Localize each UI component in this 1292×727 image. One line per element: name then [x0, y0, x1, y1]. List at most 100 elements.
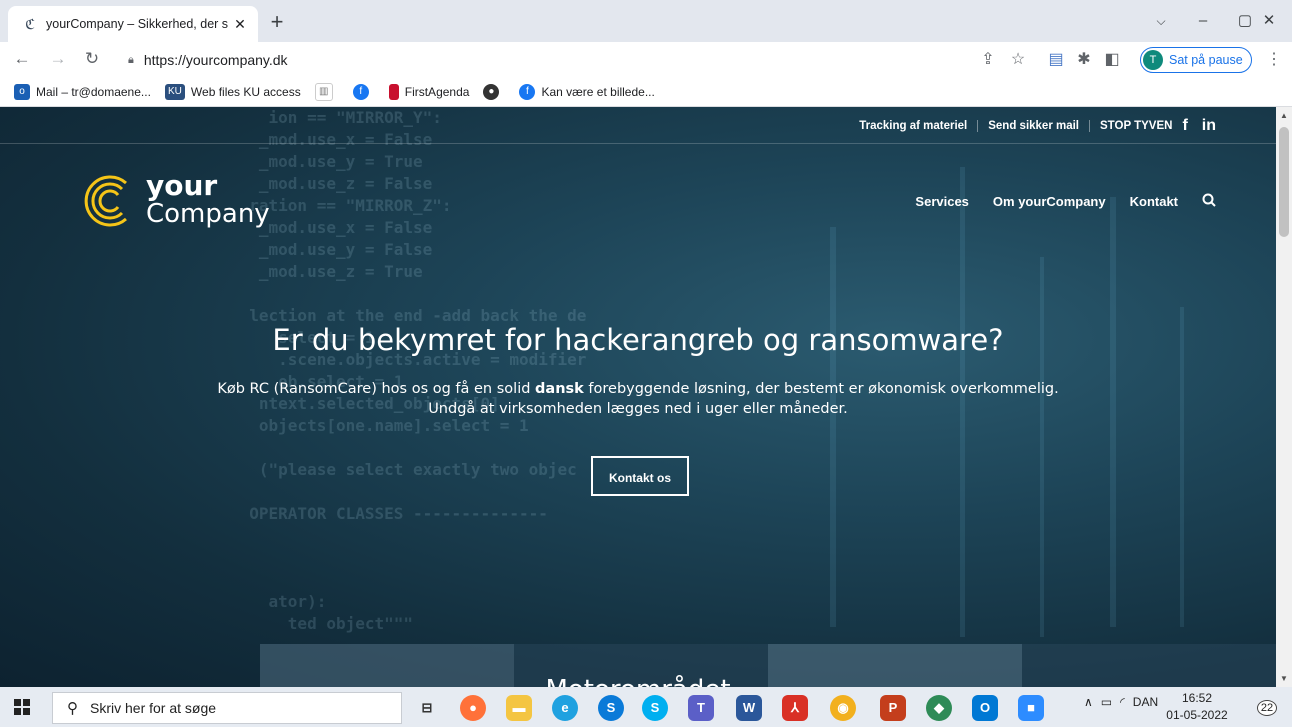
language-indicator[interactable]: DAN: [1133, 695, 1158, 709]
task-view-icon[interactable]: ⊟: [414, 695, 440, 721]
chrome-icon[interactable]: ◉: [830, 695, 856, 721]
clock[interactable]: 16:52 01-05-2022: [1166, 690, 1228, 724]
battery-icon[interactable]: ▭: [1101, 695, 1112, 709]
firefox-icon[interactable]: ●: [460, 695, 486, 721]
facebook-icon[interactable]: f: [1182, 117, 1187, 135]
link-send-mail[interactable]: Send sikker mail: [988, 120, 1079, 132]
windows-icon: [14, 699, 30, 715]
minimize-button[interactable]: –: [1180, 8, 1226, 34]
scroll-thumb[interactable]: [1279, 127, 1289, 237]
clock-date: 01-05-2022: [1166, 708, 1228, 722]
skype-business-icon[interactable]: S: [598, 695, 624, 721]
word-icon[interactable]: W: [736, 695, 762, 721]
share-icon[interactable]: ⇪: [976, 48, 1000, 72]
new-tab-button[interactable]: +: [266, 11, 288, 34]
bookmark-facebook-image[interactable]: f Kan være et billede...: [519, 84, 655, 100]
bookmarks-bar: o Mail – tr@domaene... KU Web files KU a…: [0, 78, 1292, 107]
hero-text-part: Køb RC (RansomCare) hos os og få en soli…: [217, 381, 536, 397]
hero-title: Er du bekymret for hackerangreb og ranso…: [272, 323, 1004, 357]
hero-text-part: forebyggende løsning, der bestemt er øko…: [583, 381, 1059, 397]
bookmark-label: FirstAgenda: [404, 85, 470, 99]
library-icon: ▥: [314, 83, 333, 101]
notification-center-icon[interactable]: 22: [1254, 695, 1280, 721]
company-logo[interactable]: your Company: [78, 169, 298, 233]
outlook-icon[interactable]: O: [972, 695, 998, 721]
avatar: T: [1143, 50, 1163, 70]
teams-icon[interactable]: T: [688, 695, 714, 721]
bookmark-label: Kan være et billede...: [541, 85, 655, 99]
main-nav: Services Om yourCompany Kontakt: [891, 193, 1216, 210]
bookmark-star-icon[interactable]: ☆: [1006, 48, 1030, 72]
nav-kontakt[interactable]: Kontakt: [1130, 194, 1178, 209]
system-tray: ∧ ▭ ◜ DAN: [1084, 695, 1158, 709]
hero-text: Køb RC (RansomCare) hos os og få en soli…: [0, 379, 1276, 419]
bookmark-mail[interactable]: o Mail – tr@domaene...: [14, 84, 151, 100]
background-graph-bar: [830, 227, 836, 627]
address-bar[interactable]: 🔒︎ https://yourcompany.dk: [112, 47, 1112, 73]
kontakt-os-button[interactable]: Kontakt os: [591, 456, 689, 496]
ku-icon: KU: [164, 84, 185, 100]
bookmark-ku[interactable]: KU Web files KU access: [164, 84, 301, 100]
powerpoint-icon[interactable]: P: [880, 695, 906, 721]
lock-icon: 🔒︎: [128, 53, 134, 66]
section-title: Motorområdet: [0, 675, 1276, 687]
bookmark-label: Mail – tr@domaene...: [36, 85, 151, 99]
zoom-icon[interactable]: ■: [1018, 695, 1044, 721]
logo-text-company: Company: [146, 199, 270, 229]
firstagenda-icon: [388, 84, 399, 100]
top-utility-nav: Tracking af materiel Send sikker mail ST…: [859, 117, 1216, 135]
search-icon: ⚲: [67, 700, 78, 717]
bookmark-github[interactable]: ●: [483, 84, 505, 100]
search-icon[interactable]: [1202, 193, 1216, 210]
menu-kebab-icon[interactable]: ⋮: [1262, 48, 1286, 72]
facebook-icon: f: [352, 84, 369, 100]
browser-tab[interactable]: ℭ yourCompany – Sikkerhed, der s ✕: [8, 6, 258, 42]
nav-services[interactable]: Services: [915, 194, 969, 209]
side-panel-icon[interactable]: ◧: [1100, 48, 1124, 72]
start-button[interactable]: [0, 687, 48, 727]
scroll-down-icon[interactable]: ▼: [1276, 674, 1292, 683]
url-text: https://yourcompany.dk: [143, 52, 288, 68]
tab-close-icon[interactable]: ✕: [230, 16, 250, 33]
notification-count: 22: [1256, 700, 1278, 716]
facebook-icon: f: [519, 84, 536, 100]
extension-doc-icon[interactable]: ▤: [1044, 48, 1068, 72]
reload-icon[interactable]: ↻: [80, 47, 104, 71]
divider: [1089, 120, 1091, 132]
hero-text-line2: Undgå at virksomheden lægges ned i uger …: [428, 401, 848, 417]
hero-text-bold: dansk: [535, 381, 584, 397]
link-tracking[interactable]: Tracking af materiel: [859, 120, 967, 132]
bookmark-label: Web files KU access: [190, 85, 301, 99]
background-graph-bar: [1040, 257, 1044, 637]
logo-text-your: your: [146, 169, 218, 202]
skype-icon[interactable]: S: [642, 695, 668, 721]
link-stop-tyven[interactable]: STOP TYVEN: [1100, 120, 1172, 132]
app-icon[interactable]: ◆: [926, 695, 952, 721]
divider: [0, 143, 1276, 144]
tab-search-chevron-icon[interactable]: ⌵: [1138, 8, 1184, 34]
clock-time: 16:52: [1181, 691, 1213, 705]
chevron-up-icon[interactable]: ∧: [1084, 695, 1093, 709]
wifi-icon[interactable]: ◜: [1120, 695, 1125, 709]
web-page: ion == "MIRROR_Y": _mod.use_x = False _m…: [0, 107, 1276, 687]
bookmark-library[interactable]: ▥: [314, 83, 339, 101]
edge-icon[interactable]: e: [552, 695, 578, 721]
nav-om-yourcompany[interactable]: Om yourCompany: [993, 194, 1106, 209]
acrobat-icon[interactable]: ⅄: [782, 695, 808, 721]
profile-status: Sat på pause: [1169, 53, 1243, 67]
scroll-up-icon[interactable]: ▲: [1276, 111, 1292, 120]
file-explorer-icon[interactable]: ▬: [506, 695, 532, 721]
outlook-icon: o: [14, 84, 30, 100]
logo-mark-icon: [84, 175, 127, 227]
close-window-button[interactable]: ✕: [1246, 8, 1292, 34]
extensions-puzzle-icon[interactable]: ✱: [1072, 48, 1096, 72]
back-arrow-icon[interactable]: ←: [10, 47, 34, 71]
profile-button[interactable]: T Sat på pause: [1140, 47, 1252, 73]
forward-arrow-icon[interactable]: →: [46, 47, 70, 71]
bookmark-facebook[interactable]: f: [352, 84, 375, 100]
linkedin-icon[interactable]: in: [1202, 117, 1216, 135]
bookmark-firstagenda[interactable]: FirstAgenda: [388, 84, 470, 100]
page-scrollbar[interactable]: ▲ ▼: [1276, 107, 1292, 687]
taskbar-search-input[interactable]: ⚲ Skriv her for at søge: [52, 692, 402, 724]
github-icon: ●: [483, 84, 500, 100]
